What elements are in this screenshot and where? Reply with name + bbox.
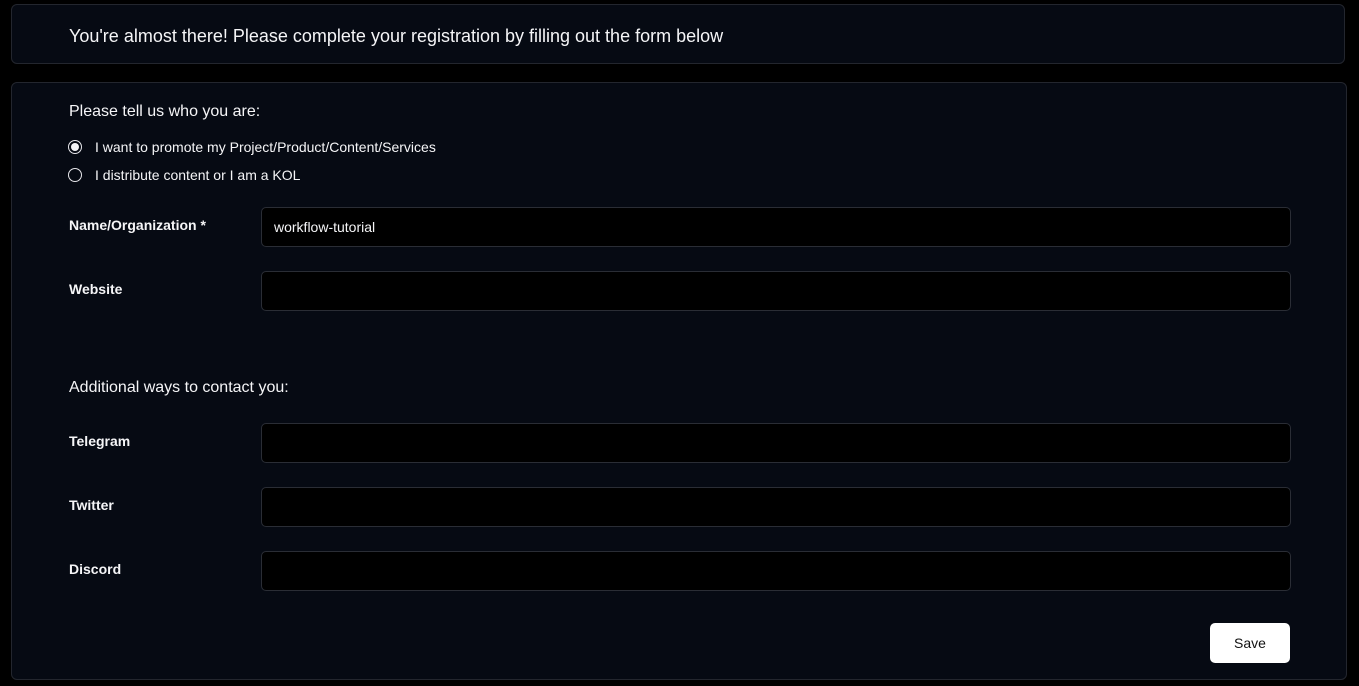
who-section-title: Please tell us who you are: xyxy=(69,103,261,120)
telegram-input[interactable] xyxy=(261,423,1291,463)
registration-form: Please tell us who you are: I want to pr… xyxy=(11,82,1347,680)
discord-input[interactable] xyxy=(261,551,1291,591)
twitter-label: Twitter xyxy=(69,497,114,513)
radio-option-promote[interactable]: I want to promote my Project/Product/Con… xyxy=(68,137,436,157)
website-label: Website xyxy=(69,281,123,297)
radio-selected-icon[interactable] xyxy=(68,140,82,154)
radio-label-distribute: I distribute content or I am a KOL xyxy=(95,167,301,183)
twitter-input[interactable] xyxy=(261,487,1291,527)
discord-label: Discord xyxy=(69,561,122,577)
telegram-label: Telegram xyxy=(69,433,131,449)
registration-banner: You're almost there! Please complete you… xyxy=(11,4,1345,64)
save-button[interactable]: Save xyxy=(1210,623,1290,663)
radio-dot xyxy=(71,143,79,151)
website-input[interactable] xyxy=(261,271,1291,311)
contact-section-title: Additional ways to contact you: xyxy=(69,379,289,396)
radio-option-distribute[interactable]: I distribute content or I am a KOL xyxy=(68,165,300,185)
radio-unselected-icon[interactable] xyxy=(68,168,82,182)
name-input[interactable] xyxy=(261,207,1291,247)
radio-label-promote: I want to promote my Project/Product/Con… xyxy=(95,139,436,155)
name-label: Name/Organization * xyxy=(69,217,206,233)
banner-text: You're almost there! Please complete you… xyxy=(69,26,724,46)
